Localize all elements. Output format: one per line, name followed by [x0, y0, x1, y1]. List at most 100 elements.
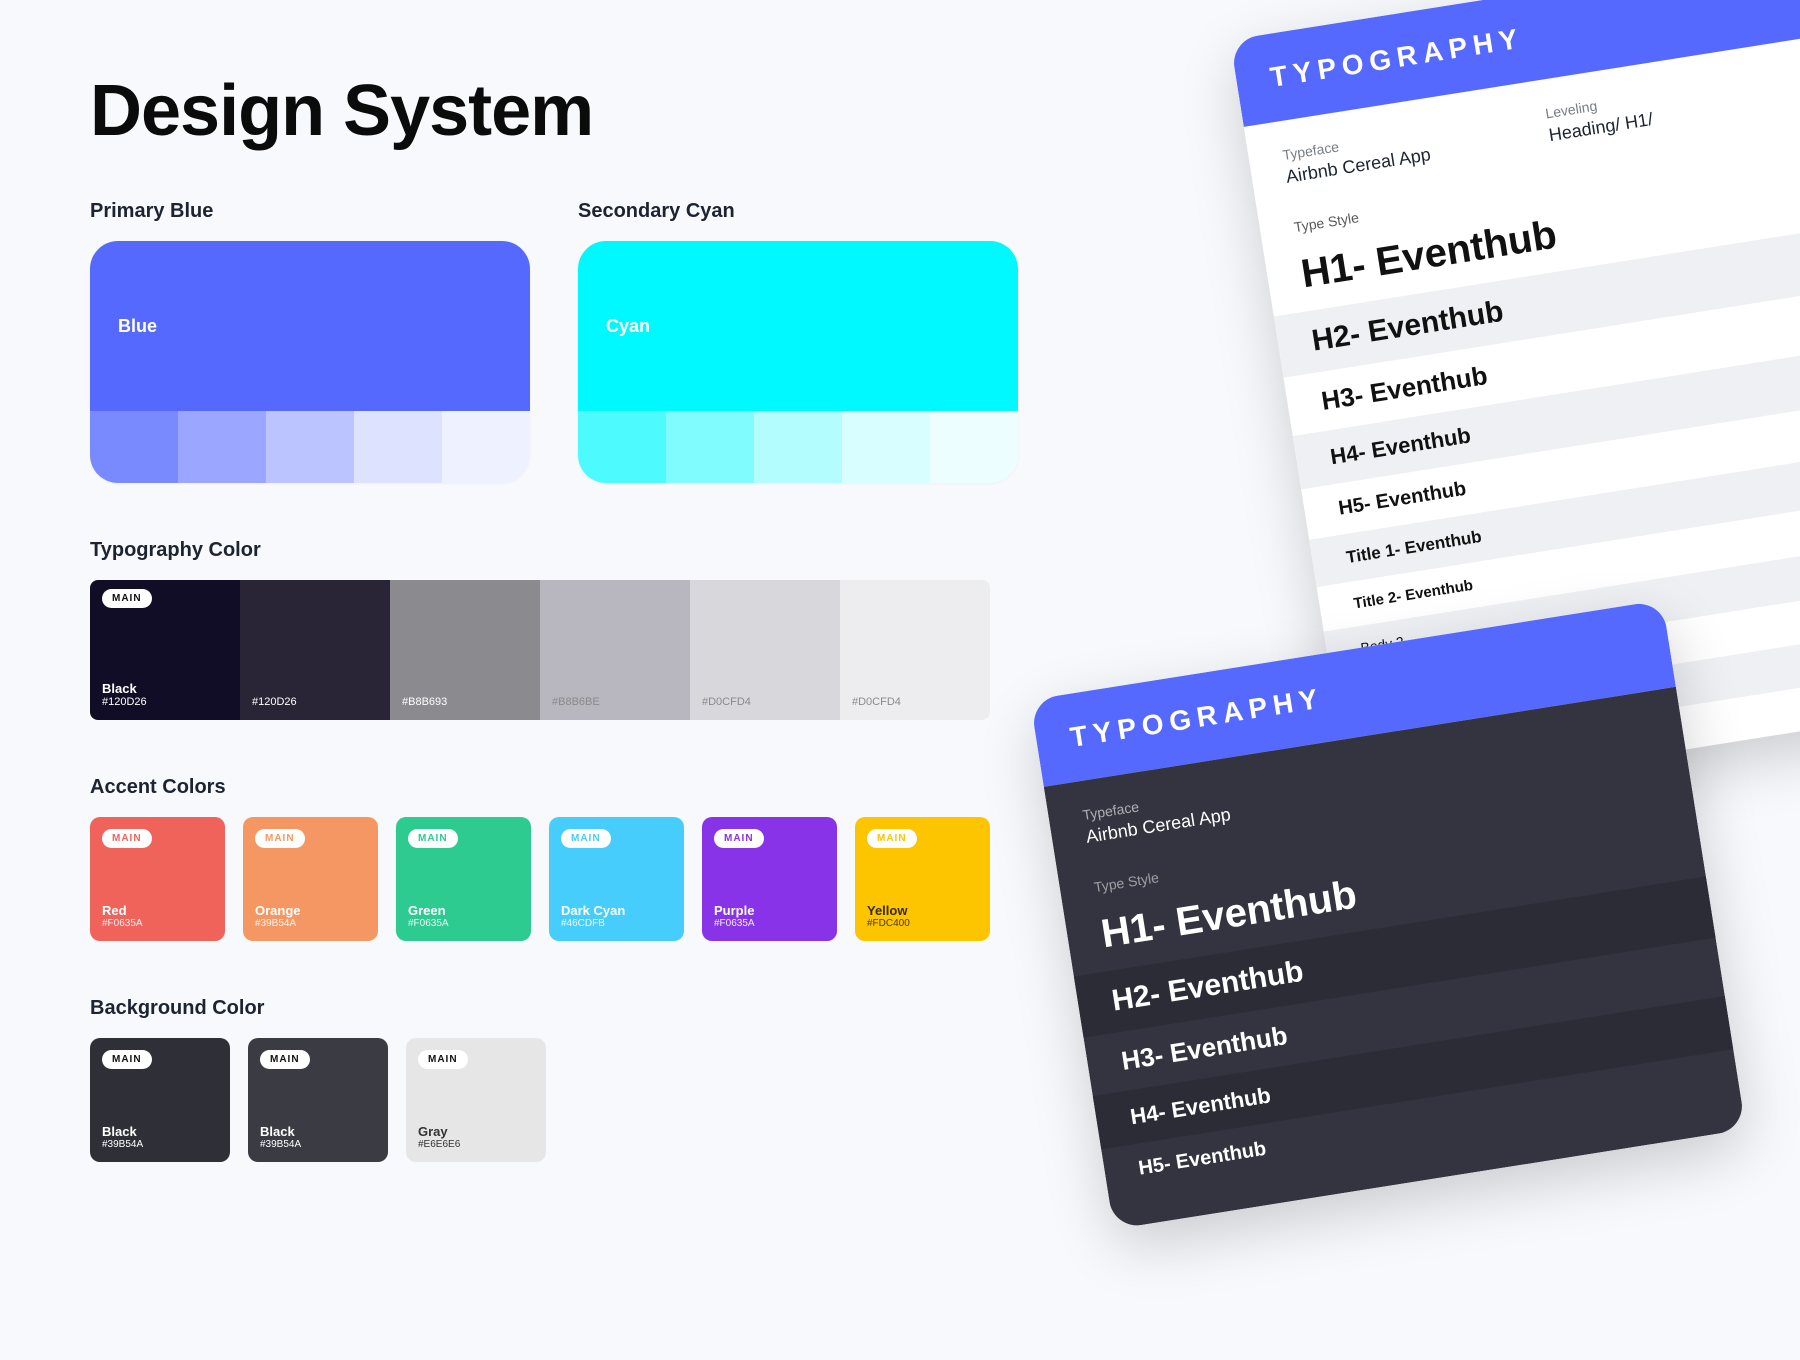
typography-color-label: Typography Color: [90, 539, 1090, 562]
background-color-label: Background Color: [90, 997, 1090, 1020]
swatch-name: Purple: [714, 903, 825, 918]
accent-colors-row: MAINRed#F0635AMAINOrange#39B54AMAINGreen…: [90, 817, 990, 941]
swatch-name: Black: [260, 1124, 376, 1139]
typeface-value: Airbnb Cereal App: [1085, 804, 1232, 847]
type-style-row: Body 2: [1344, 660, 1800, 803]
typography-color-swatch: #120D26: [240, 580, 390, 720]
swatch-hex: #F0635A: [714, 918, 825, 929]
type-style-row: H4- Eventhub: [1093, 996, 1734, 1149]
background-color-row: MAINBlack#39B54AMAINBlack#39B54AMAINGray…: [90, 1038, 1090, 1162]
type-style-row: H5- Eventhub: [1101, 1049, 1741, 1199]
swatch-name: Orange: [255, 903, 366, 918]
type-style-row: H2- Eventhub: [1074, 876, 1716, 1037]
swatch-name: Dark Cyan: [561, 903, 672, 918]
main-chip: MAIN: [260, 1050, 310, 1069]
swatch-hex: #39B54A: [102, 1139, 218, 1150]
main-chip: MAIN: [561, 829, 611, 848]
tint-swatch: [842, 411, 930, 483]
main-chip: MAIN: [418, 1050, 468, 1069]
main-chip: MAIN: [714, 829, 764, 848]
type-style-label: Type Style: [1056, 763, 1695, 905]
tint-swatch: [266, 411, 354, 483]
primary-blue-label: Primary Blue: [90, 200, 530, 223]
swatch-hex: #D0CFD4: [702, 696, 828, 708]
swatch-hex: #FDC400: [867, 918, 978, 929]
main-chip: MAIN: [867, 829, 917, 848]
swatch-name: Green: [408, 903, 519, 918]
typography-card-light: TYPOGRAPHY Typeface Airbnb Cereal App Le…: [1230, 0, 1800, 802]
tint-swatch: [90, 411, 178, 483]
type-style-row: H3- Eventhub: [1284, 278, 1800, 436]
type-style-row: H2- Eventhub: [1274, 216, 1800, 377]
swatch-hex: #D0CFD4: [852, 696, 978, 708]
swatch-name: Yellow: [867, 903, 978, 918]
leveling-label: Leveling: [1544, 89, 1650, 121]
tint-swatch: [178, 411, 266, 483]
typography-color-swatch: MAIN Black#120D26: [90, 580, 240, 720]
tint-swatch: [578, 411, 666, 483]
typography-color-swatch: #D0CFD4: [840, 580, 990, 720]
swatch-hex: #B8B693: [402, 696, 528, 708]
typography-color-swatch: #D0CFD4: [690, 580, 840, 720]
type-style-row: H4- Eventhub: [1293, 336, 1800, 489]
type-style-row: BUTTON: [1331, 575, 1800, 718]
background-swatch: MAIN Black#39B54A: [90, 1038, 230, 1162]
primary-blue-main: Blue: [90, 241, 530, 411]
swatch-name: Black: [102, 681, 228, 696]
typography-color-swatch: #B8B693: [390, 580, 540, 720]
typography-color-swatch: #B8B6BE: [540, 580, 690, 720]
swatch-hex: #B8B6BE: [552, 696, 678, 708]
accent-colors-label: Accent Colors: [90, 776, 1090, 799]
accent-swatch: MAIN Orange#39B54A: [243, 817, 378, 941]
tint-swatch: [930, 411, 1018, 483]
swatch-hex: #46CDFB: [561, 918, 672, 929]
type-style-row: H1- Eventhub: [1062, 804, 1706, 976]
type-style-row: Title 3- Eventhub: [1337, 617, 1800, 760]
typography-card-header: TYPOGRAPHY: [1230, 0, 1800, 127]
type-style-row: H5- Eventhub: [1301, 389, 1800, 539]
typography-card-dark: TYPOGRAPHY Typeface Airbnb Cereal App Ty…: [1030, 600, 1746, 1230]
main-chip: MAIN: [255, 829, 305, 848]
typeface-label: Typeface: [1281, 124, 1428, 163]
typeface-label: Typeface: [1081, 784, 1228, 823]
tint-swatch: [754, 411, 842, 483]
type-style-label: Type Style: [1256, 103, 1800, 245]
type-style-row: Body 2: [1324, 532, 1800, 676]
typography-color-row: MAINBlack#120D26#120D26#B8B693#B8B6BE#D0…: [90, 580, 990, 720]
background-swatch: MAIN Gray#E6E6E6: [406, 1038, 546, 1162]
swatch-name: Red: [102, 903, 213, 918]
swatch-hex: #39B54A: [255, 918, 366, 929]
type-style-row: H3- Eventhub: [1084, 938, 1725, 1096]
accent-swatch: MAIN Dark Cyan#46CDFB: [549, 817, 684, 941]
secondary-cyan-main: Cyan: [578, 241, 1018, 411]
swatch-hex: #E6E6E6: [418, 1139, 534, 1150]
page-title: Design System: [90, 70, 1090, 152]
type-style-row: Title 1- Eventhub: [1309, 440, 1800, 588]
swatch-hex: #120D26: [102, 696, 228, 708]
main-chip: MAIN: [102, 589, 152, 608]
main-chip: MAIN: [102, 1050, 152, 1069]
tint-swatch: [442, 411, 530, 483]
tint-swatch: [666, 411, 754, 483]
type-style-row: Title 2- Eventhub: [1317, 487, 1800, 632]
type-style-row: H1- Eventhub: [1262, 144, 1800, 316]
swatch-hex: #F0635A: [102, 918, 213, 929]
secondary-cyan-label: Secondary Cyan: [578, 200, 1018, 223]
primary-blue-swatch: Blue: [90, 241, 530, 483]
swatch-hex: #39B54A: [260, 1139, 376, 1150]
secondary-cyan-swatch: Cyan: [578, 241, 1018, 483]
accent-swatch: MAIN Green#F0635A: [396, 817, 531, 941]
accent-swatch: MAIN Yellow#FDC400: [855, 817, 990, 941]
swatch-hex: #F0635A: [408, 918, 519, 929]
accent-swatch: MAIN Purple#F0635A: [702, 817, 837, 941]
leveling-value: Heading/ H1/: [1547, 109, 1654, 145]
swatch-name: Black: [102, 1124, 218, 1139]
swatch-hex: #120D26: [252, 696, 378, 708]
typeface-value: Airbnb Cereal App: [1285, 144, 1432, 187]
background-swatch: MAIN Black#39B54A: [248, 1038, 388, 1162]
tint-swatch: [354, 411, 442, 483]
swatch-name: Gray: [418, 1124, 534, 1139]
accent-swatch: MAIN Red#F0635A: [90, 817, 225, 941]
main-chip: MAIN: [102, 829, 152, 848]
main-chip: MAIN: [408, 829, 458, 848]
